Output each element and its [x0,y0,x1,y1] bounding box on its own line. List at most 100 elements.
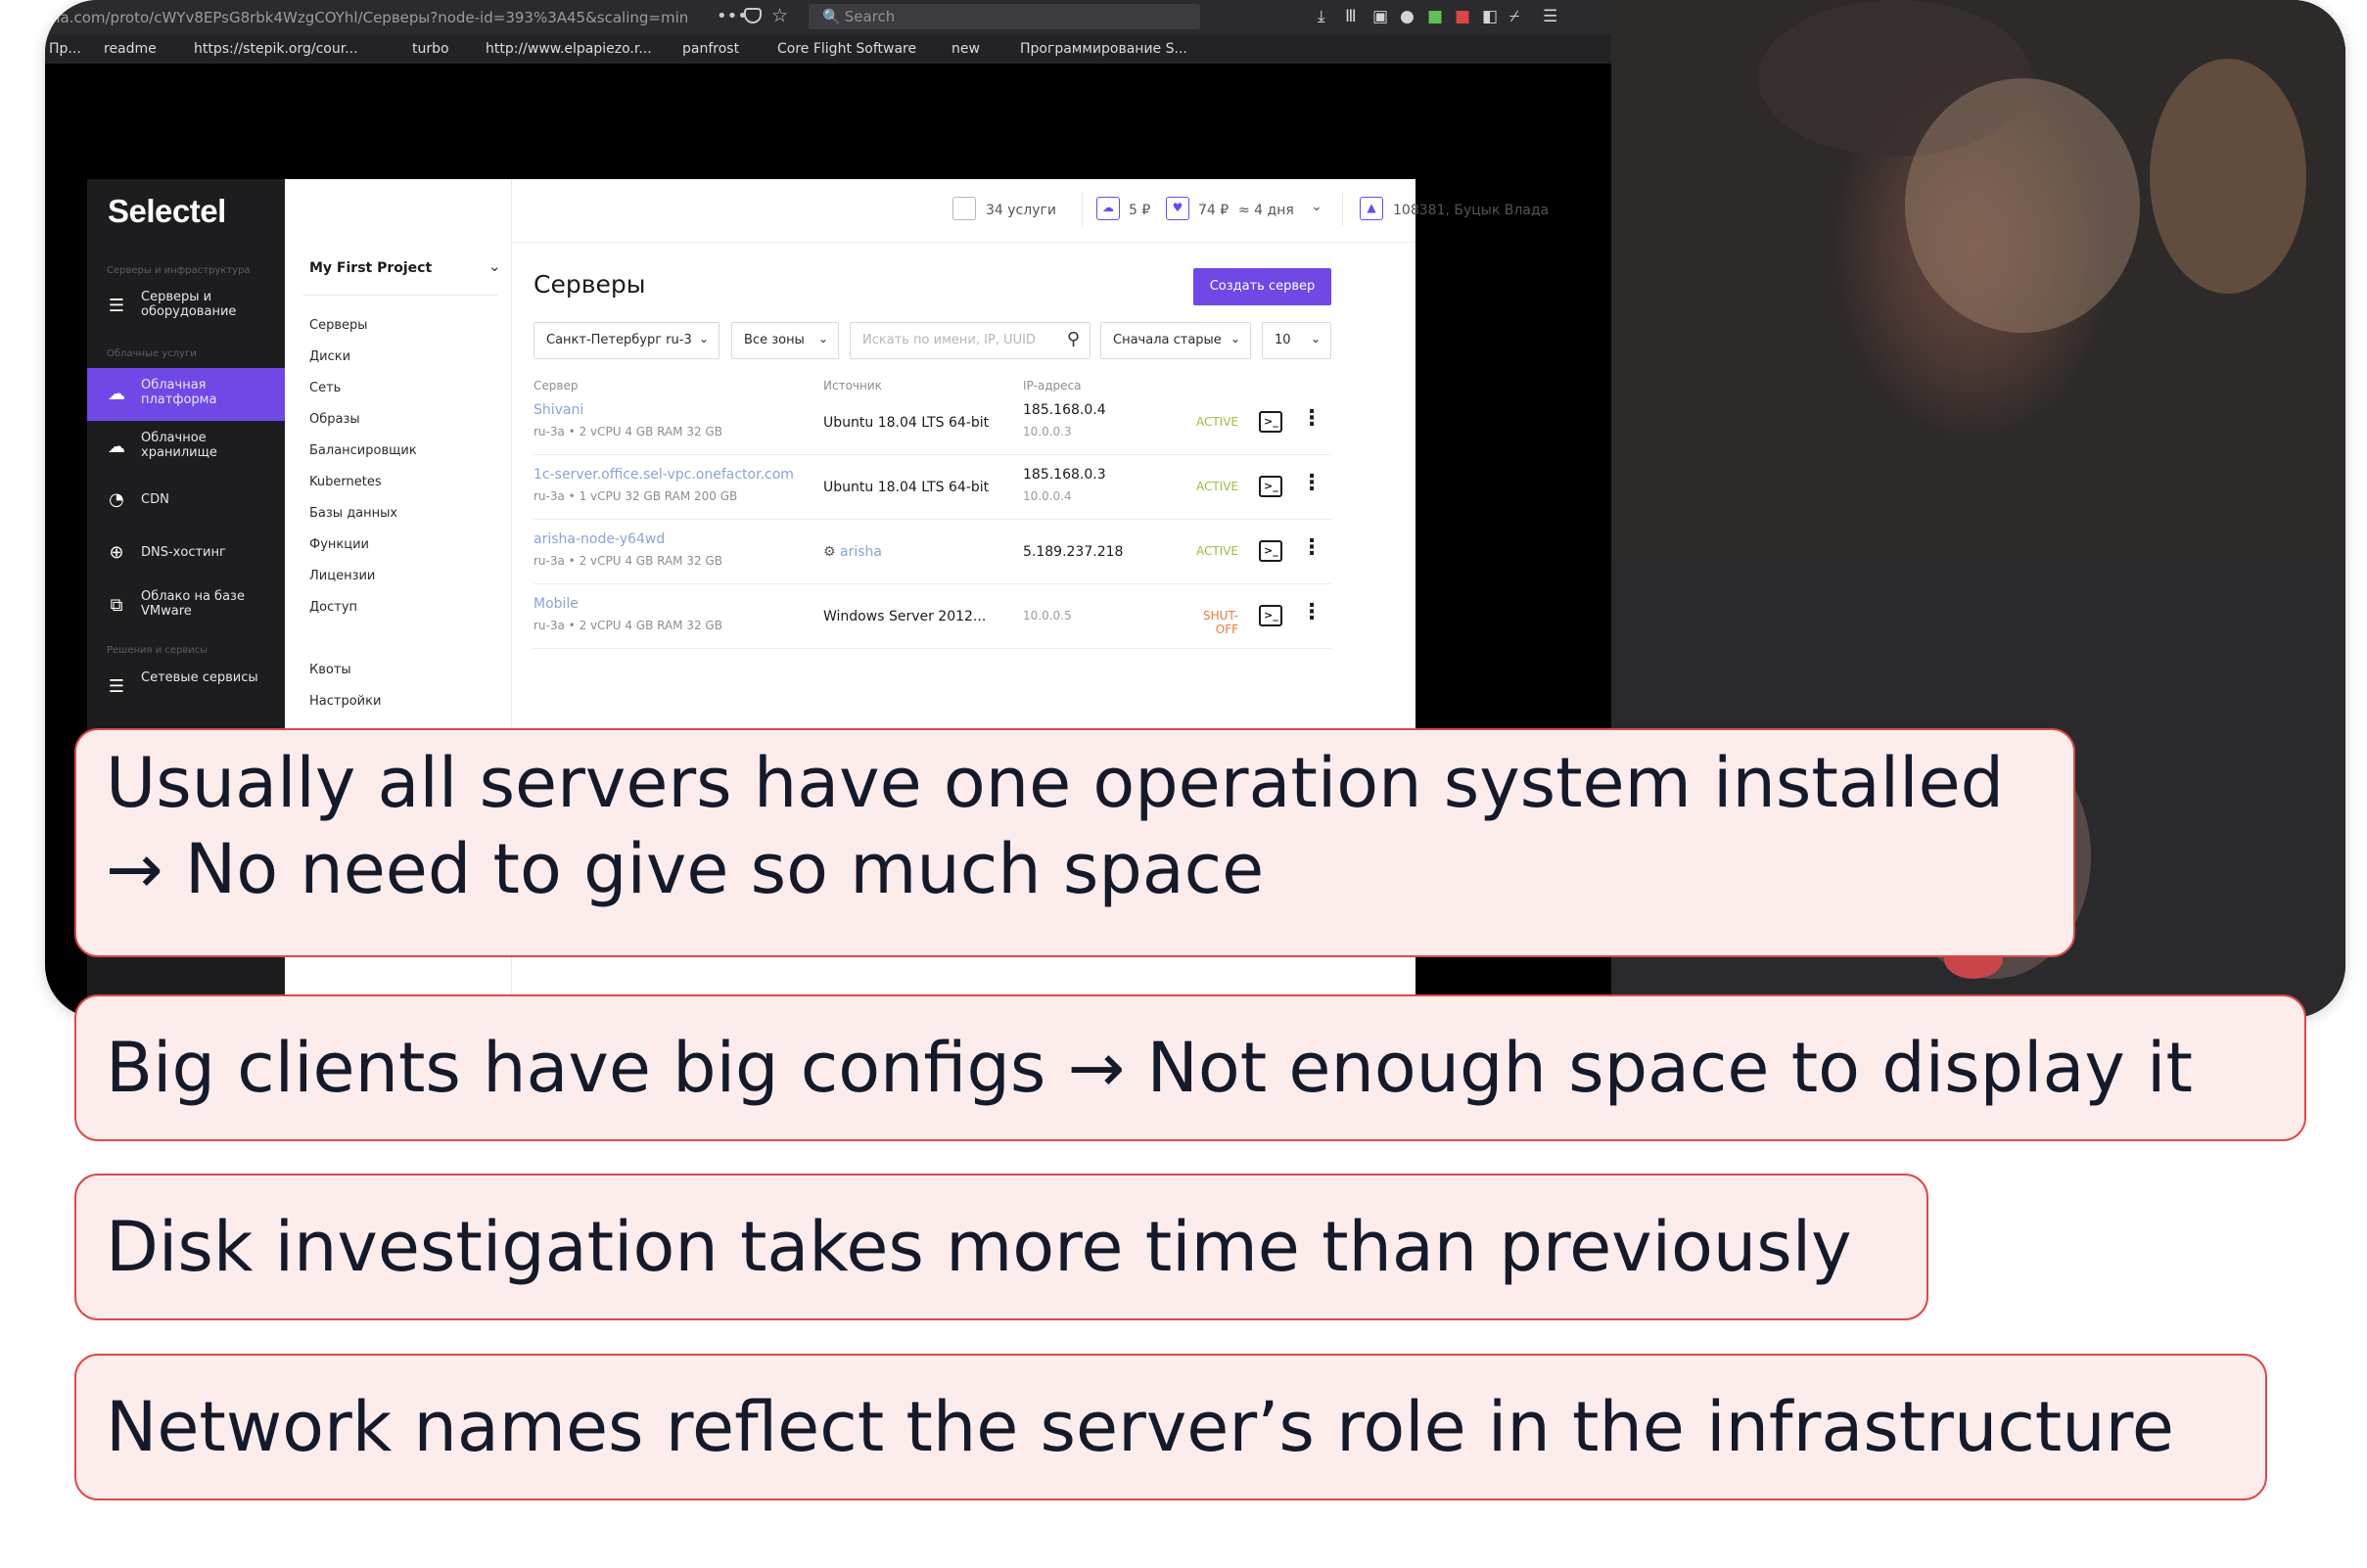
browser-search[interactable]: 🔍 Search [809,4,1200,29]
submenu-item[interactable]: Базы данных [309,506,397,521]
bookmark[interactable]: new [951,41,980,57]
menu-icon[interactable]: ☰ [1543,7,1557,26]
status-badge: ACTIVE [1195,415,1238,429]
source-link: arisha [840,544,882,560]
submenu-item[interactable]: Доступ [309,600,357,615]
pocket-icon[interactable] [744,8,762,23]
submenu-item[interactable]: Функции [309,537,369,552]
kebab-menu-icon[interactable]: ⋮ [1301,537,1323,559]
submenu-item[interactable]: Настройки [309,694,381,709]
annotation-note: Network names reflect the server’s role … [74,1354,2267,1500]
table-row[interactable]: arisha-node-y64wd ru-3a • 2 vCPU 4 GB RA… [534,520,1331,584]
bookmark[interactable]: http://www.elpapiezo.r... [486,41,652,57]
submenu-item[interactable]: Балансировщик [309,443,417,458]
submenu-item[interactable]: Сеть [309,381,341,395]
sidebar-icon[interactable]: ▣ [1372,7,1388,26]
balance-2[interactable]: 74 ₽ [1198,203,1229,218]
cloud-balance-icon: ☁ [1096,197,1120,220]
chevron-down-icon: ⌄ [1310,332,1321,346]
console-icon[interactable]: >_ [1259,411,1282,433]
search-placeholder: Search [844,8,896,25]
address-bar[interactable]: na.com/proto/cWYv8EPsG8rbk4WzgCOYhl/Серв… [51,9,688,26]
chevron-down-icon[interactable]: ⌄ [1311,199,1323,214]
download-icon[interactable]: ⤓ [1318,7,1325,26]
server-name[interactable]: 1c-server.office.sel-vpc.onefactor.com [534,467,794,483]
logo[interactable]: Selectel [108,193,226,230]
bookmark[interactable]: Core Flight Software [777,41,916,57]
sidebar-item-label: Сетевые сервисы [141,670,258,685]
sort-value: Сначала старые [1113,333,1222,347]
sidebar-item-label: CDN [141,492,169,507]
server-search-input[interactable]: Искать по имени, IP, UUID ⚲ [850,322,1091,359]
extension2-icon[interactable]: ■ [1455,7,1470,26]
sidebar-item-cloud-storage[interactable]: ☁ Облачное хранилище [87,421,285,474]
note-line: Network names reflect the server’s role … [106,1387,2174,1467]
extension3-icon[interactable]: ◧ [1482,7,1498,26]
submenu-item[interactable]: Лицензии [309,569,375,583]
sidebar-item-cloud-platform[interactable]: ☁ Облачная платформа [87,368,285,421]
bookmark[interactable]: panfrost [682,41,739,57]
per-page-select[interactable]: 10 ⌄ [1262,322,1331,359]
library-icon[interactable]: Ⅲ [1345,7,1357,26]
sidebar-item-servers[interactable]: ☰ Серверы и оборудование [87,280,285,333]
server-spec: ru-3a • 2 vCPU 4 GB RAM 32 GB [534,619,722,632]
cdn-icon: ◔ [109,489,124,510]
console-icon[interactable]: >_ [1259,605,1282,626]
sort-select[interactable]: Сначала старые ⌄ [1100,322,1251,359]
bookmark[interactable]: Программирование S... [1020,41,1187,57]
chevron-down-icon[interactable]: ⌄ [488,257,501,275]
chevron-down-icon: ⌄ [698,332,709,346]
bookmark[interactable]: Пр... [49,41,81,57]
kebab-menu-icon[interactable]: ⋮ [1301,602,1323,623]
star-icon[interactable]: ☆ [771,5,788,26]
table-row[interactable]: Mobile ru-3a • 2 vCPU 4 GB RAM 32 GB Win… [534,584,1331,649]
submenu-item[interactable]: Kubernetes [309,475,382,489]
extension4-icon[interactable]: ⌿ [1509,7,1519,26]
kebab-menu-icon[interactable]: ⋮ [1301,473,1323,494]
kebab-menu-icon[interactable]: ⋮ [1301,408,1323,430]
submenu-item[interactable]: Диски [309,349,350,364]
servers-icon: ☰ [108,296,125,316]
server-spec: ru-3a • 2 vCPU 4 GB RAM 32 GB [534,425,722,438]
annotation-note: Disk investigation takes more time than … [74,1174,1928,1320]
sidebar-item-cdn[interactable]: ◔ CDN [87,474,285,527]
days-left: ≈ 4 дня [1238,203,1294,218]
browser-toolbar: na.com/proto/cWYv8EPsG8rbk4WzgCOYhl/Серв… [45,0,1611,34]
create-server-button[interactable]: Создать сервер [1193,268,1331,305]
console-icon[interactable]: >_ [1259,540,1282,562]
account-name[interactable]: 108381, Буцык Влада [1393,203,1549,218]
sidebar-section: Решения и сервисы [107,645,209,656]
region-select[interactable]: Санкт-Петербург ru-3 ⌄ [534,322,719,359]
bookmark[interactable]: readme [104,41,157,57]
sidebar-item-dns[interactable]: ⊕ DNS-хостинг [87,527,285,579]
zones-select[interactable]: Все зоны ⌄ [731,322,839,359]
sidebar-item-network[interactable]: ☰ Сетевые сервисы [87,661,285,714]
status-badge: ACTIVE [1195,544,1238,558]
sidebar-item-label: Облако на базе VMware [141,589,245,619]
services-count[interactable]: 34 услуги [986,203,1056,218]
user-icon: ▲ [1360,197,1383,220]
server-source[interactable]: ⚙ arisha [823,544,882,560]
bookmark[interactable]: turbo [412,41,449,57]
account-icon[interactable]: ● [1400,7,1415,26]
top-bar: 34 услуги ☁ 5 ₽ ♥ 74 ₽ ≈ 4 дня ⌄ ▲ 10838… [512,179,1549,243]
table-row[interactable]: Shivani ru-3a • 2 vCPU 4 GB RAM 32 GB Ub… [534,391,1331,455]
page-title: Серверы [534,270,646,299]
server-name[interactable]: Shivani [534,402,583,418]
server-ip-local: 10.0.0.4 [1023,489,1072,503]
extension-icon[interactable]: ■ [1427,7,1443,26]
console-icon[interactable]: >_ [1259,476,1282,497]
balance-1[interactable]: 5 ₽ [1129,203,1150,218]
bookmark[interactable]: https://stepik.org/cour... [194,41,358,57]
submenu-item[interactable]: Квоты [309,663,351,677]
submenu-item[interactable]: Серверы [309,318,368,333]
annotation-note: Big clients have big configs → Not enoug… [74,994,2306,1141]
server-name[interactable]: Mobile [534,596,579,612]
more-icon[interactable]: ••• [717,6,748,26]
submenu-item[interactable]: Образы [309,412,360,427]
project-selector[interactable]: My First Project [309,260,432,276]
server-name[interactable]: arisha-node-y64wd [534,531,665,547]
sidebar-item-vmware[interactable]: ⧉ Облако на базе VMware [87,579,285,632]
table-row[interactable]: 1c-server.office.sel-vpc.onefactor.com r… [534,455,1331,520]
status-badge: SHUT-OFF [1203,609,1238,636]
